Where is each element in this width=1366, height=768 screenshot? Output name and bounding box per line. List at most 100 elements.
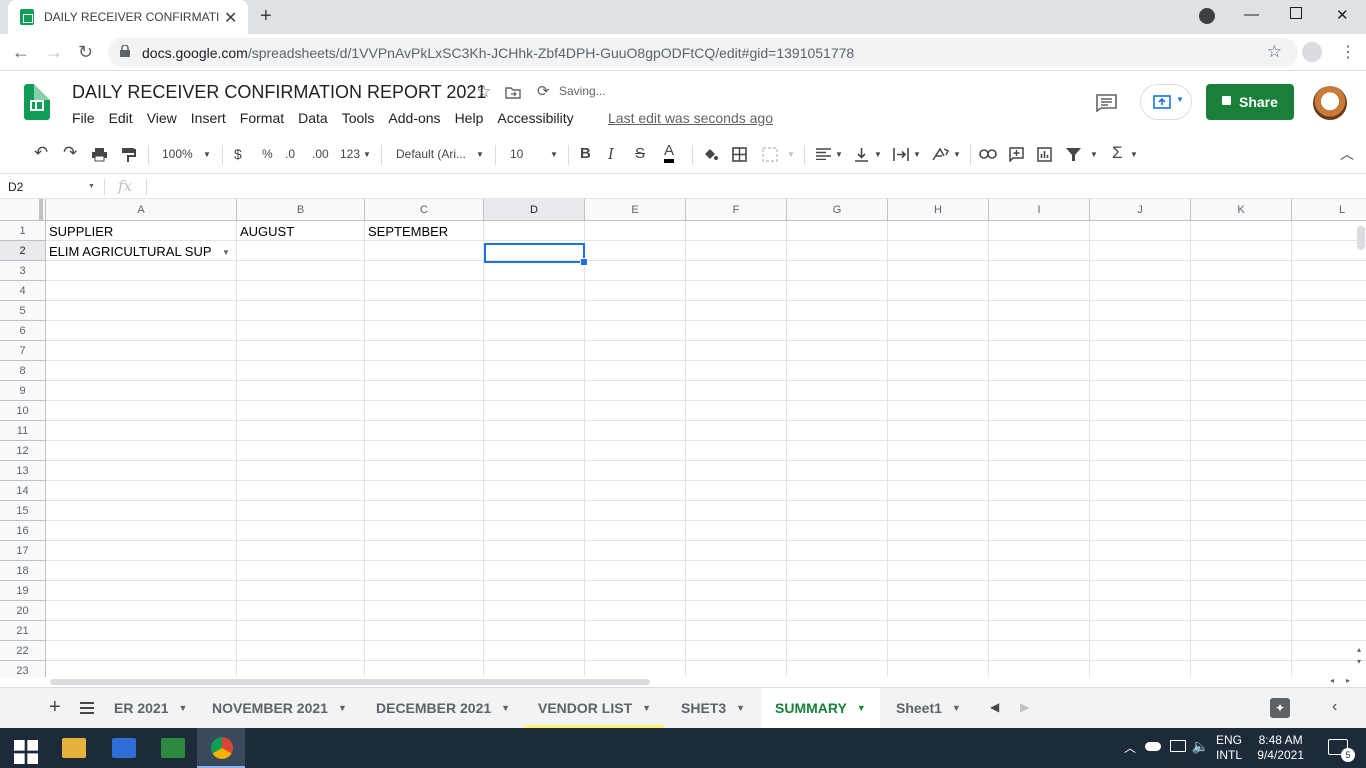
scroll-up-icon[interactable]: ▴ <box>1357 645 1361 654</box>
sheet-tab[interactable]: SHET3 ▼ <box>667 688 759 728</box>
move-folder-icon[interactable] <box>505 86 521 99</box>
scroll-down-icon[interactable]: ▾ <box>1357 657 1361 666</box>
insert-chart-icon[interactable] <box>1037 147 1052 162</box>
cell-A2[interactable]: ELIM AGRICULTURAL SUP <box>46 242 221 262</box>
network-icon[interactable] <box>1170 740 1186 752</box>
row-header[interactable]: 1 <box>0 221 46 241</box>
font-size-select[interactable]: 10 <box>510 147 523 161</box>
spreadsheet-grid[interactable]: A B C D E F G H I J K L 1 2 3 4 5 6 7 8 9 10 11 12 1… <box>0 199 1366 677</box>
column-header[interactable]: D <box>484 199 585 221</box>
row-header[interactable]: 13 <box>0 461 46 481</box>
volume-muted-icon[interactable]: 🔈 <box>1192 738 1209 755</box>
bookmark-star-icon[interactable]: ☆ <box>1267 42 1282 62</box>
prev-sheet-icon[interactable]: ◀ <box>990 700 999 714</box>
sheet-tab[interactable]: VENDOR LIST ▼ <box>524 688 664 728</box>
row-header[interactable]: 18 <box>0 561 46 581</box>
row-header[interactable]: 14 <box>0 481 46 501</box>
row-header[interactable]: 19 <box>0 581 46 601</box>
column-header[interactable]: J <box>1090 199 1191 221</box>
windows-start-icon[interactable] <box>14 740 38 764</box>
horizontal-align-icon[interactable] <box>816 148 831 160</box>
new-tab-icon[interactable]: + <box>260 5 272 28</box>
scroll-left-icon[interactable]: ◂ <box>1330 676 1334 685</box>
mail-app-icon[interactable] <box>112 738 136 758</box>
merge-cells-icon[interactable] <box>762 147 778 162</box>
column-header[interactable]: A <box>46 199 237 221</box>
menu-insert[interactable]: Insert <box>191 110 226 126</box>
row-header[interactable]: 15 <box>0 501 46 521</box>
row-header[interactable]: 23 <box>0 661 46 677</box>
browser-tab[interactable]: DAILY RECEIVER CONFIRMATION REPORT 2021 … <box>8 0 248 34</box>
collapse-toolbar-icon[interactable]: ︿ <box>1340 144 1354 164</box>
vertical-align-icon[interactable] <box>855 147 868 162</box>
name-box-chevron-icon[interactable]: ▼ <box>88 183 95 190</box>
column-header[interactable]: E <box>585 199 686 221</box>
row-header[interactable]: 9 <box>0 381 46 401</box>
more-formats-button[interactable]: 123 <box>340 147 360 161</box>
comments-icon[interactable] <box>1096 94 1117 112</box>
menu-edit[interactable]: Edit <box>109 110 133 126</box>
paint-format-icon[interactable] <box>121 147 136 163</box>
forward-icon[interactable]: → <box>45 42 63 63</box>
menu-data[interactable]: Data <box>298 110 328 126</box>
cell-A1[interactable]: SUPPLIER <box>46 222 236 242</box>
row-header[interactable]: 6 <box>0 321 46 341</box>
all-sheets-icon[interactable] <box>80 702 94 714</box>
redo-icon[interactable]: ↷ <box>63 143 77 163</box>
sheet-tab[interactable]: Sheet1 ▼ <box>882 688 974 728</box>
text-rotation-icon[interactable] <box>932 147 949 162</box>
language-indicator[interactable]: ENG INTL <box>1216 733 1242 763</box>
file-explorer-icon[interactable] <box>62 738 86 758</box>
strikethrough-icon[interactable]: S <box>635 145 645 162</box>
decrease-decimal-button[interactable]: .0 <box>285 147 295 161</box>
sheet-tab[interactable]: DECEMBER 2021 ▼ <box>362 688 522 728</box>
undo-icon[interactable]: ↶ <box>34 143 48 163</box>
share-button[interactable]: Share <box>1206 84 1294 120</box>
bold-icon[interactable]: B <box>580 145 591 162</box>
close-window-icon[interactable]: ✕ <box>1336 6 1349 24</box>
sheets-logo-icon[interactable] <box>24 84 50 120</box>
row-header[interactable]: 3 <box>0 261 46 281</box>
text-color-icon[interactable]: A <box>664 143 675 163</box>
profile-menu-icon[interactable] <box>1199 8 1215 24</box>
reload-icon[interactable]: ↻ <box>78 42 93 63</box>
insert-link-icon[interactable] <box>979 149 997 159</box>
functions-icon[interactable]: Σ <box>1112 143 1123 163</box>
zoom-select[interactable]: 100% <box>162 147 193 161</box>
row-header[interactable]: 7 <box>0 341 46 361</box>
column-header[interactable]: F <box>686 199 787 221</box>
percent-format-button[interactable]: % <box>262 147 273 161</box>
add-sheet-icon[interactable]: + <box>49 696 61 719</box>
notifications-icon[interactable]: 5 <box>1328 739 1355 762</box>
onedrive-icon[interactable] <box>1145 742 1161 751</box>
vertical-scrollbar[interactable]: ▴ ▾ <box>1356 221 1366 677</box>
selected-cell-D2[interactable] <box>484 243 588 266</box>
close-tab-icon[interactable]: ✕ <box>224 8 237 28</box>
column-header[interactable]: H <box>888 199 989 221</box>
restore-icon[interactable] <box>1290 7 1302 19</box>
row-header[interactable]: 16 <box>0 521 46 541</box>
dropdown-chevron-icon[interactable]: ▼ <box>222 248 230 257</box>
column-header[interactable]: I <box>989 199 1090 221</box>
more-menu-icon[interactable]: ⋮ <box>1340 42 1356 62</box>
formula-input[interactable] <box>154 179 1354 195</box>
row-header[interactable]: 10 <box>0 401 46 421</box>
explore-icon[interactable]: ✦ <box>1270 698 1290 718</box>
row-header[interactable]: 11 <box>0 421 46 441</box>
print-icon[interactable] <box>91 147 108 162</box>
name-box[interactable]: D2 <box>8 180 23 194</box>
menu-accessibility[interactable]: Accessibility <box>497 110 573 126</box>
text-wrapping-icon[interactable] <box>893 147 909 162</box>
row-header[interactable]: 20 <box>0 601 46 621</box>
calculator-app-icon[interactable] <box>161 738 185 758</box>
tray-expand-icon[interactable]: ︿ <box>1124 739 1136 756</box>
currency-format-button[interactable]: $ <box>234 146 242 162</box>
avatar[interactable] <box>1313 86 1347 120</box>
insert-comment-icon[interactable] <box>1009 147 1024 162</box>
horizontal-scrollbar[interactable]: ◂ ▸ <box>46 676 1356 687</box>
row-header[interactable]: 21 <box>0 621 46 641</box>
minimize-icon[interactable]: — <box>1244 6 1259 23</box>
borders-icon[interactable] <box>732 147 747 162</box>
present-button[interactable]: ▼ <box>1140 84 1192 120</box>
cell-C1[interactable]: SEPTEMBER <box>365 222 483 242</box>
